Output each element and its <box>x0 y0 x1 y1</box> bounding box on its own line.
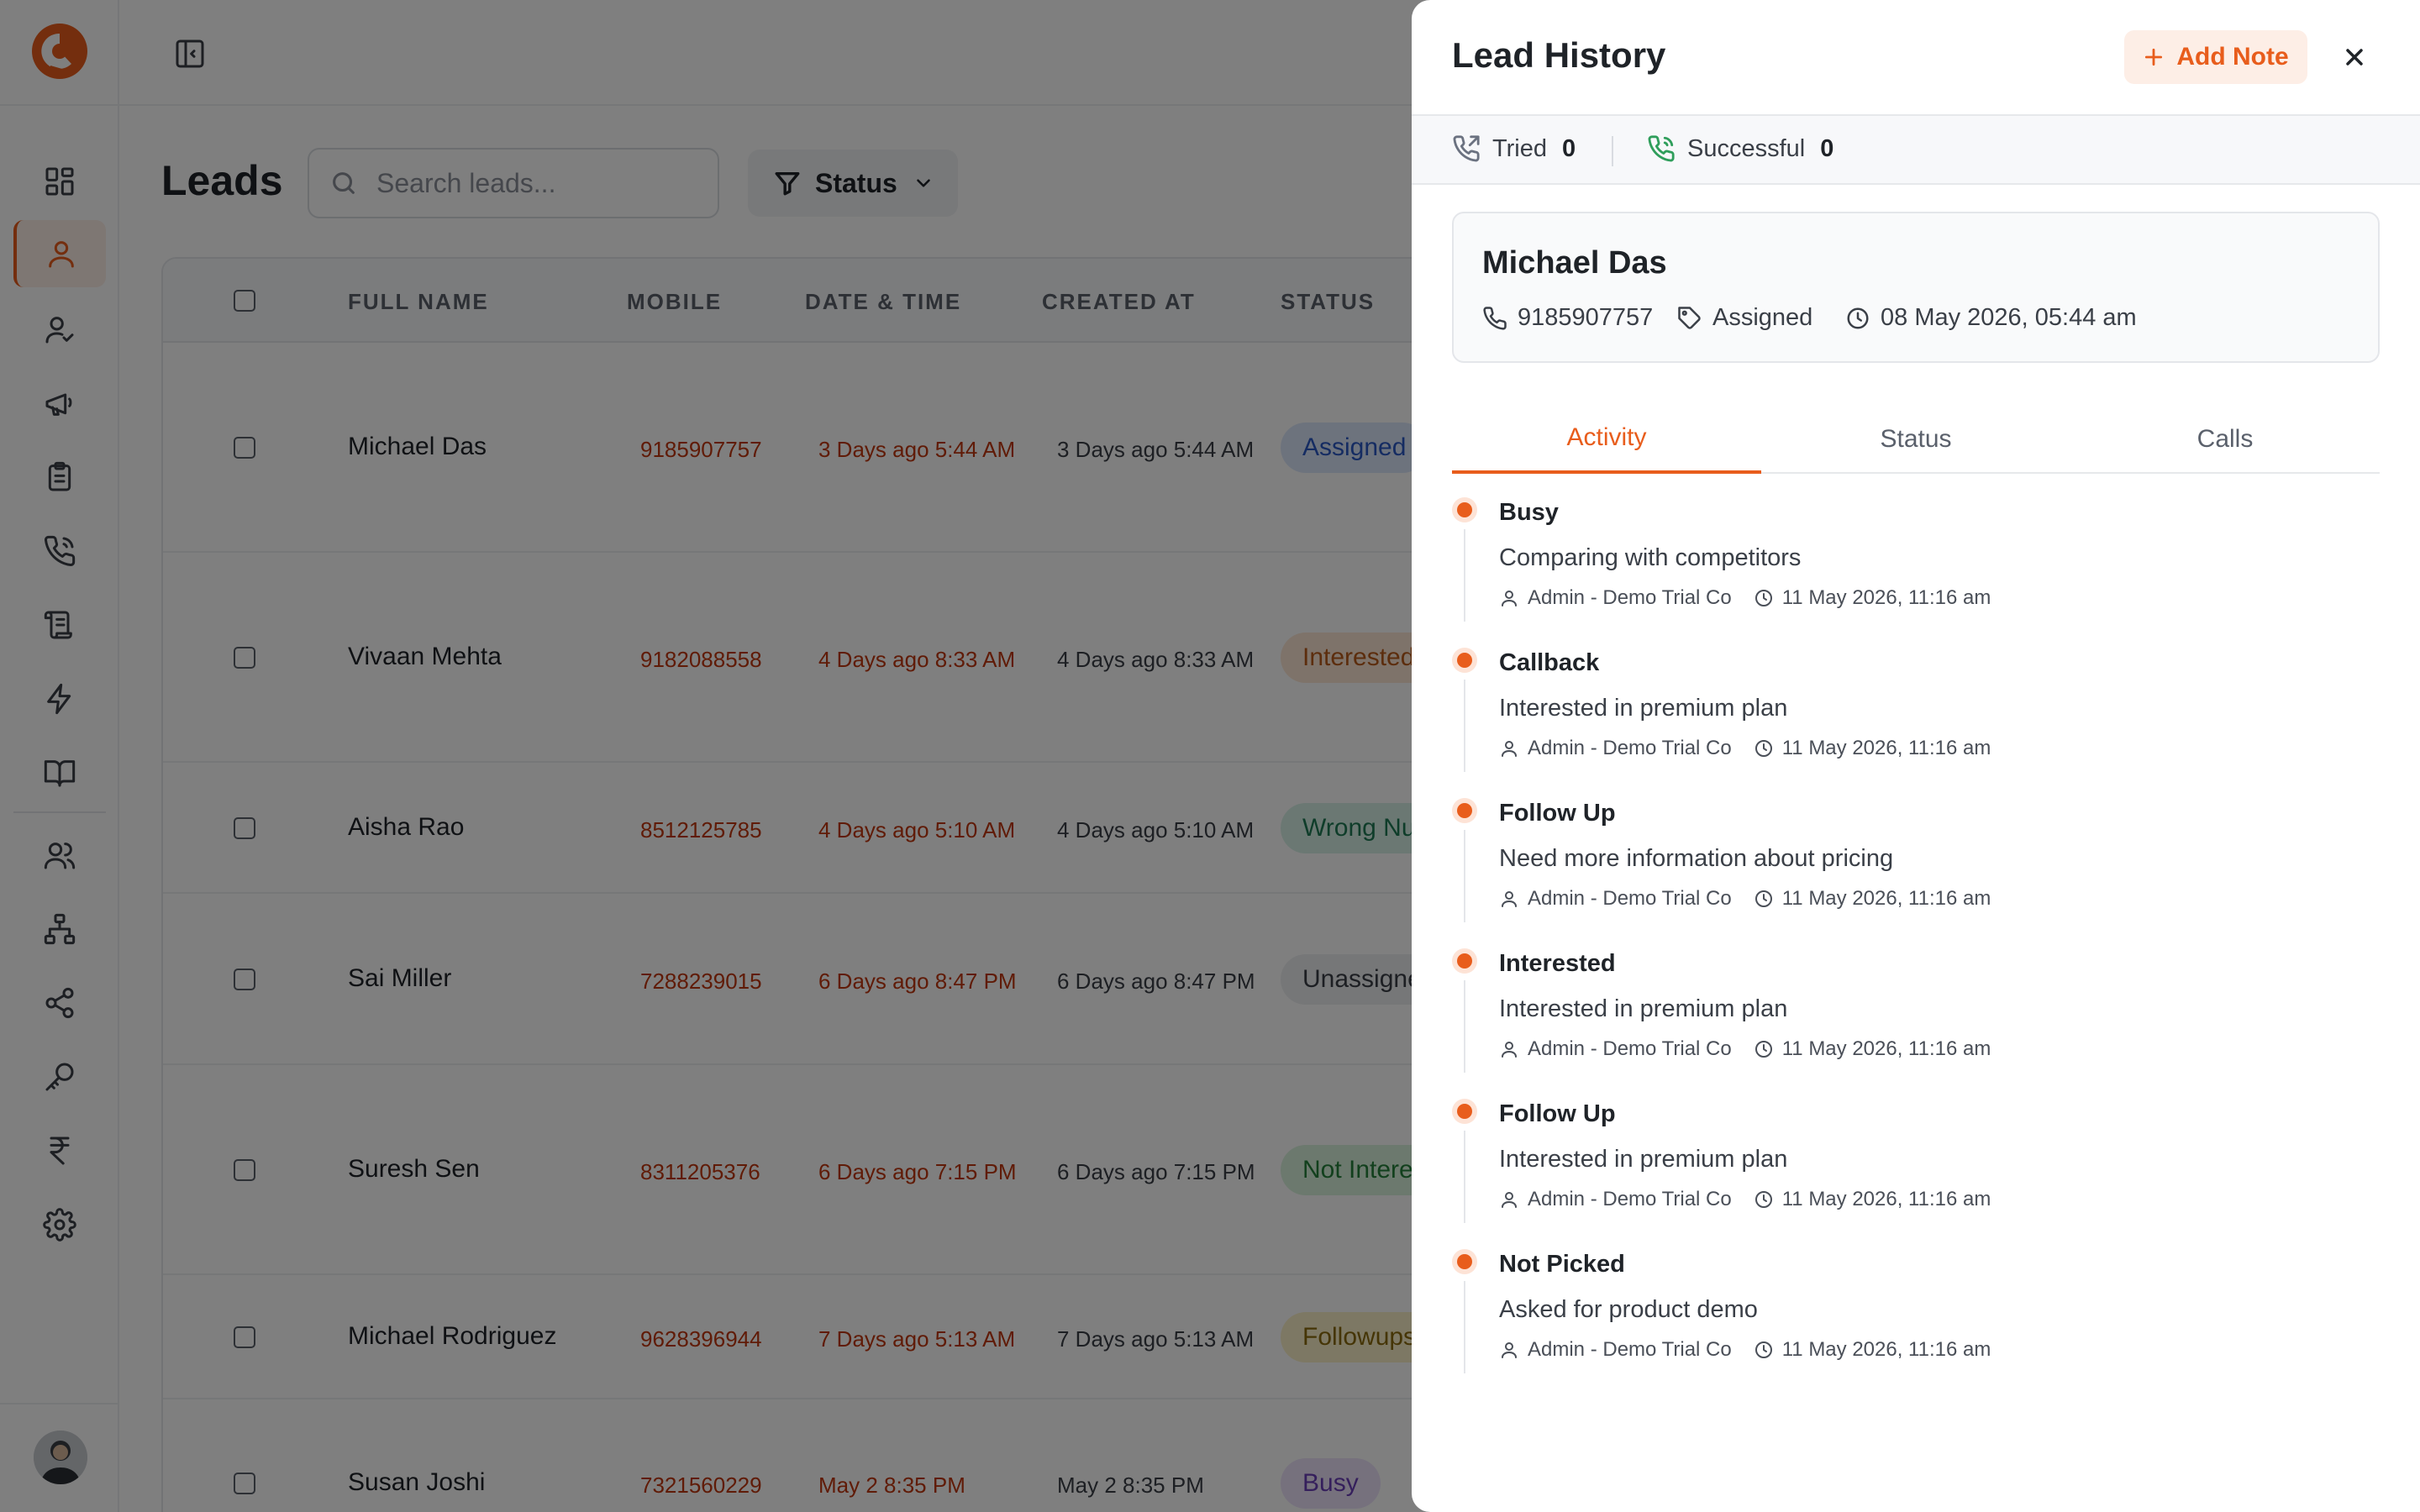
timeline-dot-icon <box>1452 1249 1477 1274</box>
tab-calls[interactable]: Calls <box>2070 405 2380 474</box>
activity-title: Busy <box>1499 499 1559 526</box>
call-stats: Tried 0 Successful 0 <box>1412 116 2420 185</box>
activity-note: Interested in premium plan <box>1499 995 1788 1022</box>
activity-item: Interested Interested in premium plan Admi… <box>1452 947 2380 1097</box>
successful-count: 0 <box>1820 134 1834 162</box>
user-icon <box>1502 1342 1517 1358</box>
add-note-button[interactable]: Add Note <box>2124 30 2307 84</box>
activity-time: 11 May 2026, 11:16 am <box>1781 1338 1991 1361</box>
lead-phone-value: 9185907757 <box>1518 304 1654 331</box>
clock-icon <box>1754 1191 1772 1208</box>
timeline-dot-icon <box>1452 798 1477 823</box>
activity-title: Follow Up <box>1499 800 1616 827</box>
activity-meta: Admin - Demo Trial Co 11 May 2026, 11:16 … <box>1499 1338 1991 1362</box>
activity-title: Interested <box>1499 950 1616 977</box>
close-button[interactable] <box>2336 39 2373 76</box>
successful-stat: Successful 0 <box>1647 134 1833 163</box>
activity-item: Follow Up Interested in premium plan Admin… <box>1452 1097 2380 1247</box>
user-icon <box>1502 1042 1517 1058</box>
activity-meta: Admin - Demo Trial Co 11 May 2026, 11:16 … <box>1499 737 1991 760</box>
activity-title: Callback <box>1499 649 1600 676</box>
activity-item: Follow Up Need more information about pri… <box>1452 796 2380 947</box>
lead-name: Michael Das <box>1482 245 1667 281</box>
clock-icon <box>1847 307 1869 328</box>
lead-phone: 9185907757 <box>1482 304 1653 332</box>
close-icon <box>2346 49 2363 66</box>
timeline-dot-icon <box>1452 497 1477 522</box>
tab-status[interactable]: Status <box>1761 405 2070 474</box>
clock-icon <box>1754 590 1772 606</box>
tried-stat: Tried 0 <box>1452 134 1576 163</box>
plus-icon <box>2145 48 2163 66</box>
timeline-dot-icon <box>1452 948 1477 974</box>
activity-note: Interested in premium plan <box>1499 1146 1788 1173</box>
user-icon <box>1502 1192 1517 1208</box>
activity-user: Admin - Demo Trial Co <box>1528 1037 1732 1060</box>
phone-success-icon <box>1648 135 1675 162</box>
tab-activity[interactable]: Activity <box>1452 405 1761 474</box>
activity-user: Admin - Demo Trial Co <box>1528 1338 1732 1361</box>
activity-user: Admin - Demo Trial Co <box>1528 1188 1732 1210</box>
user-icon <box>1502 891 1517 907</box>
lead-summary-card: Michael Das 9185907757 Assigned 08 May 2… <box>1452 212 2380 363</box>
activity-meta: Admin - Demo Trial Co 11 May 2026, 11:16 … <box>1499 1037 1991 1061</box>
activity-note: Comparing with competitors <box>1499 544 1802 571</box>
activity-item: Callback Interested in premium plan Admin … <box>1452 646 2380 796</box>
tried-label: Tried <box>1492 134 1547 162</box>
activity-time: 11 May 2026, 11:16 am <box>1781 1037 1991 1060</box>
activity-title: Follow Up <box>1499 1100 1616 1127</box>
activity-user: Admin - Demo Trial Co <box>1528 887 1732 910</box>
activity-meta: Admin - Demo Trial Co 11 May 2026, 11:16 … <box>1499 887 1991 911</box>
lead-datetime: 08 May 2026, 05:44 am <box>1845 304 2137 332</box>
activity-time: 11 May 2026, 11:16 am <box>1781 1188 1991 1210</box>
activity-meta: Admin - Demo Trial Co 11 May 2026, 11:16 … <box>1499 1188 1991 1211</box>
phone-icon <box>1483 306 1507 330</box>
drawer-tabs: Activity Status Calls <box>1452 405 2380 474</box>
add-note-label: Add Note <box>2176 43 2289 71</box>
phone-outgoing-icon <box>1453 135 1480 162</box>
activity-note: Need more information about pricing <box>1499 845 1894 872</box>
lead-datetime-value: 08 May 2026, 05:44 am <box>1881 304 2137 331</box>
activity-item: Not Picked Asked for product demo Admin - … <box>1452 1247 2380 1398</box>
activity-time: 11 May 2026, 11:16 am <box>1781 586 1991 609</box>
timeline-dot-icon <box>1452 648 1477 673</box>
activity-item: Busy Comparing with competitors Admin - De… <box>1452 496 2380 646</box>
lead-status-value: Assigned <box>1712 304 1813 331</box>
user-icon <box>1502 591 1517 606</box>
drawer-title: Lead History <box>1452 35 1666 75</box>
lead-status: Assigned <box>1677 304 1812 332</box>
clock-icon <box>1754 740 1772 757</box>
activity-title: Not Picked <box>1499 1251 1625 1278</box>
activity-time: 11 May 2026, 11:16 am <box>1781 737 1991 759</box>
successful-label: Successful <box>1687 134 1806 162</box>
activity-note: Asked for product demo <box>1499 1296 1758 1323</box>
user-icon <box>1502 741 1517 757</box>
activity-user: Admin - Demo Trial Co <box>1528 586 1732 609</box>
clock-icon <box>1754 890 1772 907</box>
activity-meta: Admin - Demo Trial Co 11 May 2026, 11:16 … <box>1499 586 1991 610</box>
tag-icon <box>1678 306 1701 329</box>
clock-icon <box>1754 1341 1772 1358</box>
lead-history-drawer: Lead History Add Note Tried 0 Successful… <box>1412 0 2420 1512</box>
activity-time: 11 May 2026, 11:16 am <box>1781 887 1991 910</box>
activity-user: Admin - Demo Trial Co <box>1528 737 1732 759</box>
timeline-dot-icon <box>1452 1099 1477 1124</box>
tried-count: 0 <box>1562 134 1576 162</box>
activity-note: Interested in premium plan <box>1499 695 1788 722</box>
clock-icon <box>1754 1041 1772 1058</box>
